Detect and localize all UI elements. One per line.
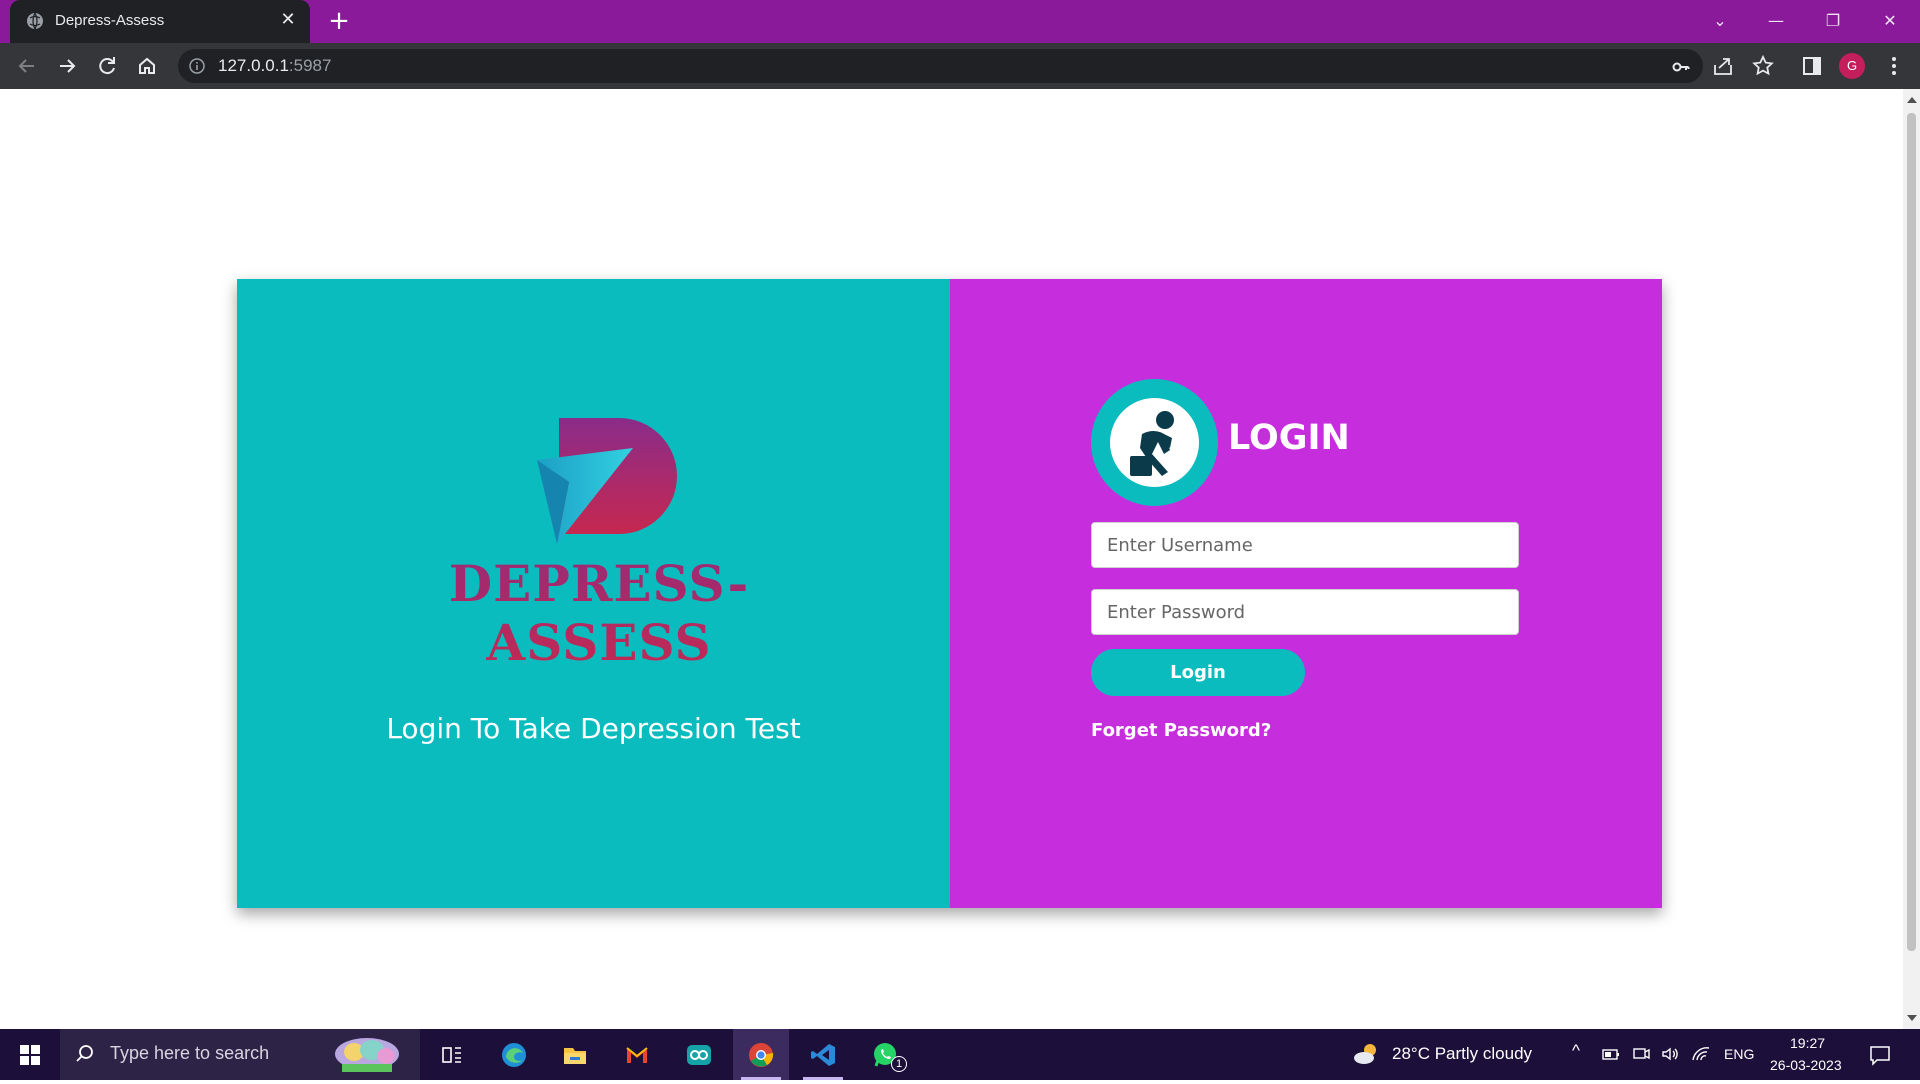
minimize-button[interactable]: — — [1756, 6, 1796, 36]
show-hidden-icons-chevron-icon[interactable]: ^ — [1572, 1041, 1580, 1061]
clock-time[interactable]: 19:27 — [1790, 1035, 1825, 1051]
thinking-person-icon — [1130, 411, 1174, 476]
page-viewport: DEPRESS-ASSESS Login To Take Depression … — [0, 89, 1920, 1029]
reload-button[interactable] — [92, 51, 122, 81]
scroll-up-arrow-icon[interactable] — [1907, 97, 1917, 103]
whatsapp-app[interactable]: 1 — [857, 1029, 913, 1080]
windows-logo-icon — [20, 1045, 40, 1065]
restore-button[interactable]: ❐ — [1813, 6, 1853, 36]
arduino-app[interactable] — [671, 1029, 727, 1080]
notification-badge: 1 — [891, 1056, 907, 1072]
gmail-icon — [626, 1047, 648, 1063]
profile-avatar[interactable]: G — [1839, 53, 1865, 79]
close-tab-icon[interactable]: ✕ — [278, 10, 298, 30]
key-icon[interactable] — [1671, 57, 1691, 77]
login-card: DEPRESS-ASSESS Login To Take Depression … — [237, 279, 1662, 908]
brand-panel: DEPRESS-ASSESS Login To Take Depression … — [237, 279, 950, 908]
edge-icon — [502, 1043, 526, 1067]
scroll-thumb[interactable] — [1907, 113, 1916, 951]
forward-arrow-icon — [60, 59, 76, 73]
search-icon — [76, 1045, 93, 1062]
url-text: 127.0.0.1:5987 — [218, 56, 332, 75]
brand-name: DEPRESS-ASSESS — [389, 554, 809, 672]
more-menu-icon[interactable] — [1881, 53, 1907, 79]
battery-icon[interactable] — [1601, 1044, 1621, 1064]
home-icon — [139, 57, 155, 74]
taskbar-search[interactable]: Type here to search — [60, 1029, 420, 1080]
forward-button[interactable] — [52, 51, 82, 81]
start-button[interactable] — [0, 1029, 60, 1080]
close-window-button[interactable]: ✕ — [1870, 6, 1910, 36]
windows-taskbar: Type here to search 1 28°C Partly cloudy… — [0, 1029, 1920, 1080]
user-avatar — [1091, 379, 1218, 506]
info-icon[interactable] — [188, 57, 206, 75]
folder-icon — [564, 1048, 586, 1064]
meet-icon[interactable] — [1631, 1044, 1651, 1064]
login-panel: LOGIN Login Forget Password? — [950, 279, 1662, 908]
tab-title: Depress-Assess — [55, 12, 165, 29]
new-tab-button[interactable]: + — [325, 8, 353, 36]
search-highlight-icon — [335, 1038, 399, 1072]
notifications-icon[interactable] — [1868, 1043, 1892, 1067]
share-icon[interactable] — [1710, 53, 1736, 79]
gmail-app[interactable] — [609, 1029, 665, 1080]
back-button[interactable] — [12, 51, 42, 81]
weather-text[interactable]: 28°C Partly cloudy — [1392, 1044, 1532, 1064]
forgot-password-link[interactable]: Forget Password? — [1091, 720, 1271, 741]
scroll-down-arrow-icon[interactable] — [1907, 1015, 1917, 1021]
browser-tab[interactable]: Depress-Assess ✕ — [10, 0, 310, 43]
arduino-icon — [687, 1045, 711, 1065]
tab-search-icon[interactable]: ⌄ — [1700, 6, 1740, 36]
browser-toolbar: 127.0.0.1:5987 G — [0, 43, 1920, 89]
task-view-button[interactable] — [424, 1029, 480, 1080]
globe-icon — [27, 12, 43, 30]
vscode-icon — [811, 1044, 835, 1066]
home-button[interactable] — [132, 51, 162, 81]
side-panel-icon[interactable] — [1799, 53, 1825, 79]
back-arrow-icon — [18, 59, 34, 73]
task-view-icon — [442, 1047, 461, 1063]
vscode-app[interactable] — [795, 1029, 851, 1080]
username-input[interactable] — [1091, 522, 1519, 568]
tagline: Login To Take Depression Test — [386, 712, 801, 745]
password-input[interactable] — [1091, 589, 1519, 635]
reload-icon — [99, 57, 115, 75]
language-indicator[interactable]: ENG — [1724, 1046, 1754, 1062]
wifi-icon[interactable] — [1691, 1044, 1711, 1064]
chrome-app[interactable] — [733, 1029, 789, 1080]
clock-date[interactable]: 26-03-2023 — [1770, 1057, 1842, 1073]
chrome-icon — [749, 1043, 774, 1067]
browser-titlebar: Depress-Assess ✕ + ⌄ — ❐ ✕ — [0, 0, 1920, 43]
bookmark-star-icon[interactable] — [1750, 53, 1776, 79]
address-bar[interactable]: 127.0.0.1:5987 — [178, 49, 1703, 83]
search-placeholder: Type here to search — [110, 1043, 270, 1063]
vertical-scrollbar[interactable] — [1903, 89, 1920, 1029]
weather-cloud-icon[interactable] — [1352, 1041, 1382, 1067]
login-button[interactable]: Login — [1091, 649, 1305, 696]
file-explorer-app[interactable] — [547, 1029, 603, 1080]
edge-app[interactable] — [486, 1029, 542, 1080]
login-title: LOGIN — [1228, 418, 1350, 458]
volume-icon[interactable] — [1660, 1044, 1680, 1064]
